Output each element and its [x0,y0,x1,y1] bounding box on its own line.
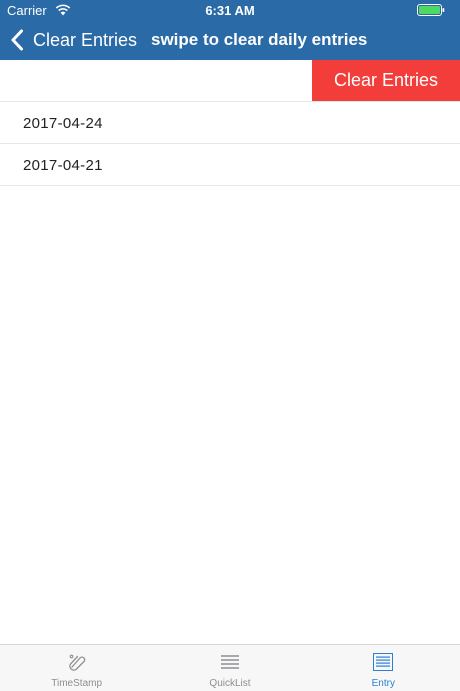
tab-label: Entry [371,678,395,689]
back-button[interactable]: Clear Entries [10,28,137,52]
tab-label: QuickList [209,678,251,689]
list-icon [220,655,239,669]
battery-icon [417,4,445,16]
tab-bar: TimeStamp QuickList Entry [0,644,460,691]
status-time: 6:31 AM [205,3,255,18]
tab-quicklist[interactable]: QuickList [153,645,306,691]
entries-list: Clear Entries 2017-04-24 2017-04-21 [0,60,460,186]
clear-entries-button[interactable]: Clear Entries [312,60,460,101]
page-title: swipe to clear daily entries [151,30,368,49]
list-item-label: 2017-04-24 [23,115,103,132]
app-header: Carrier 6:31 AM Clear Entries swipe to c… [0,0,460,60]
back-label: Clear Entries [33,29,138,50]
navigation-bar: Clear Entries swipe to clear daily entri… [0,20,460,60]
status-bar: Carrier 6:31 AM [0,0,460,20]
paperclip-icon [68,654,85,671]
tab-timestamp[interactable]: TimeStamp [0,645,153,691]
list-item[interactable]: 2017-04-24 [0,102,460,144]
list-item-label: 2017-04-21 [23,157,103,174]
list-item[interactable]: 2017-04-21 [0,144,460,186]
chevron-left-icon [11,29,23,51]
tab-entry[interactable]: Entry [307,645,460,691]
tab-label: TimeStamp [51,678,103,689]
list-item[interactable]: Clear Entries [0,60,460,102]
document-icon [373,653,394,671]
